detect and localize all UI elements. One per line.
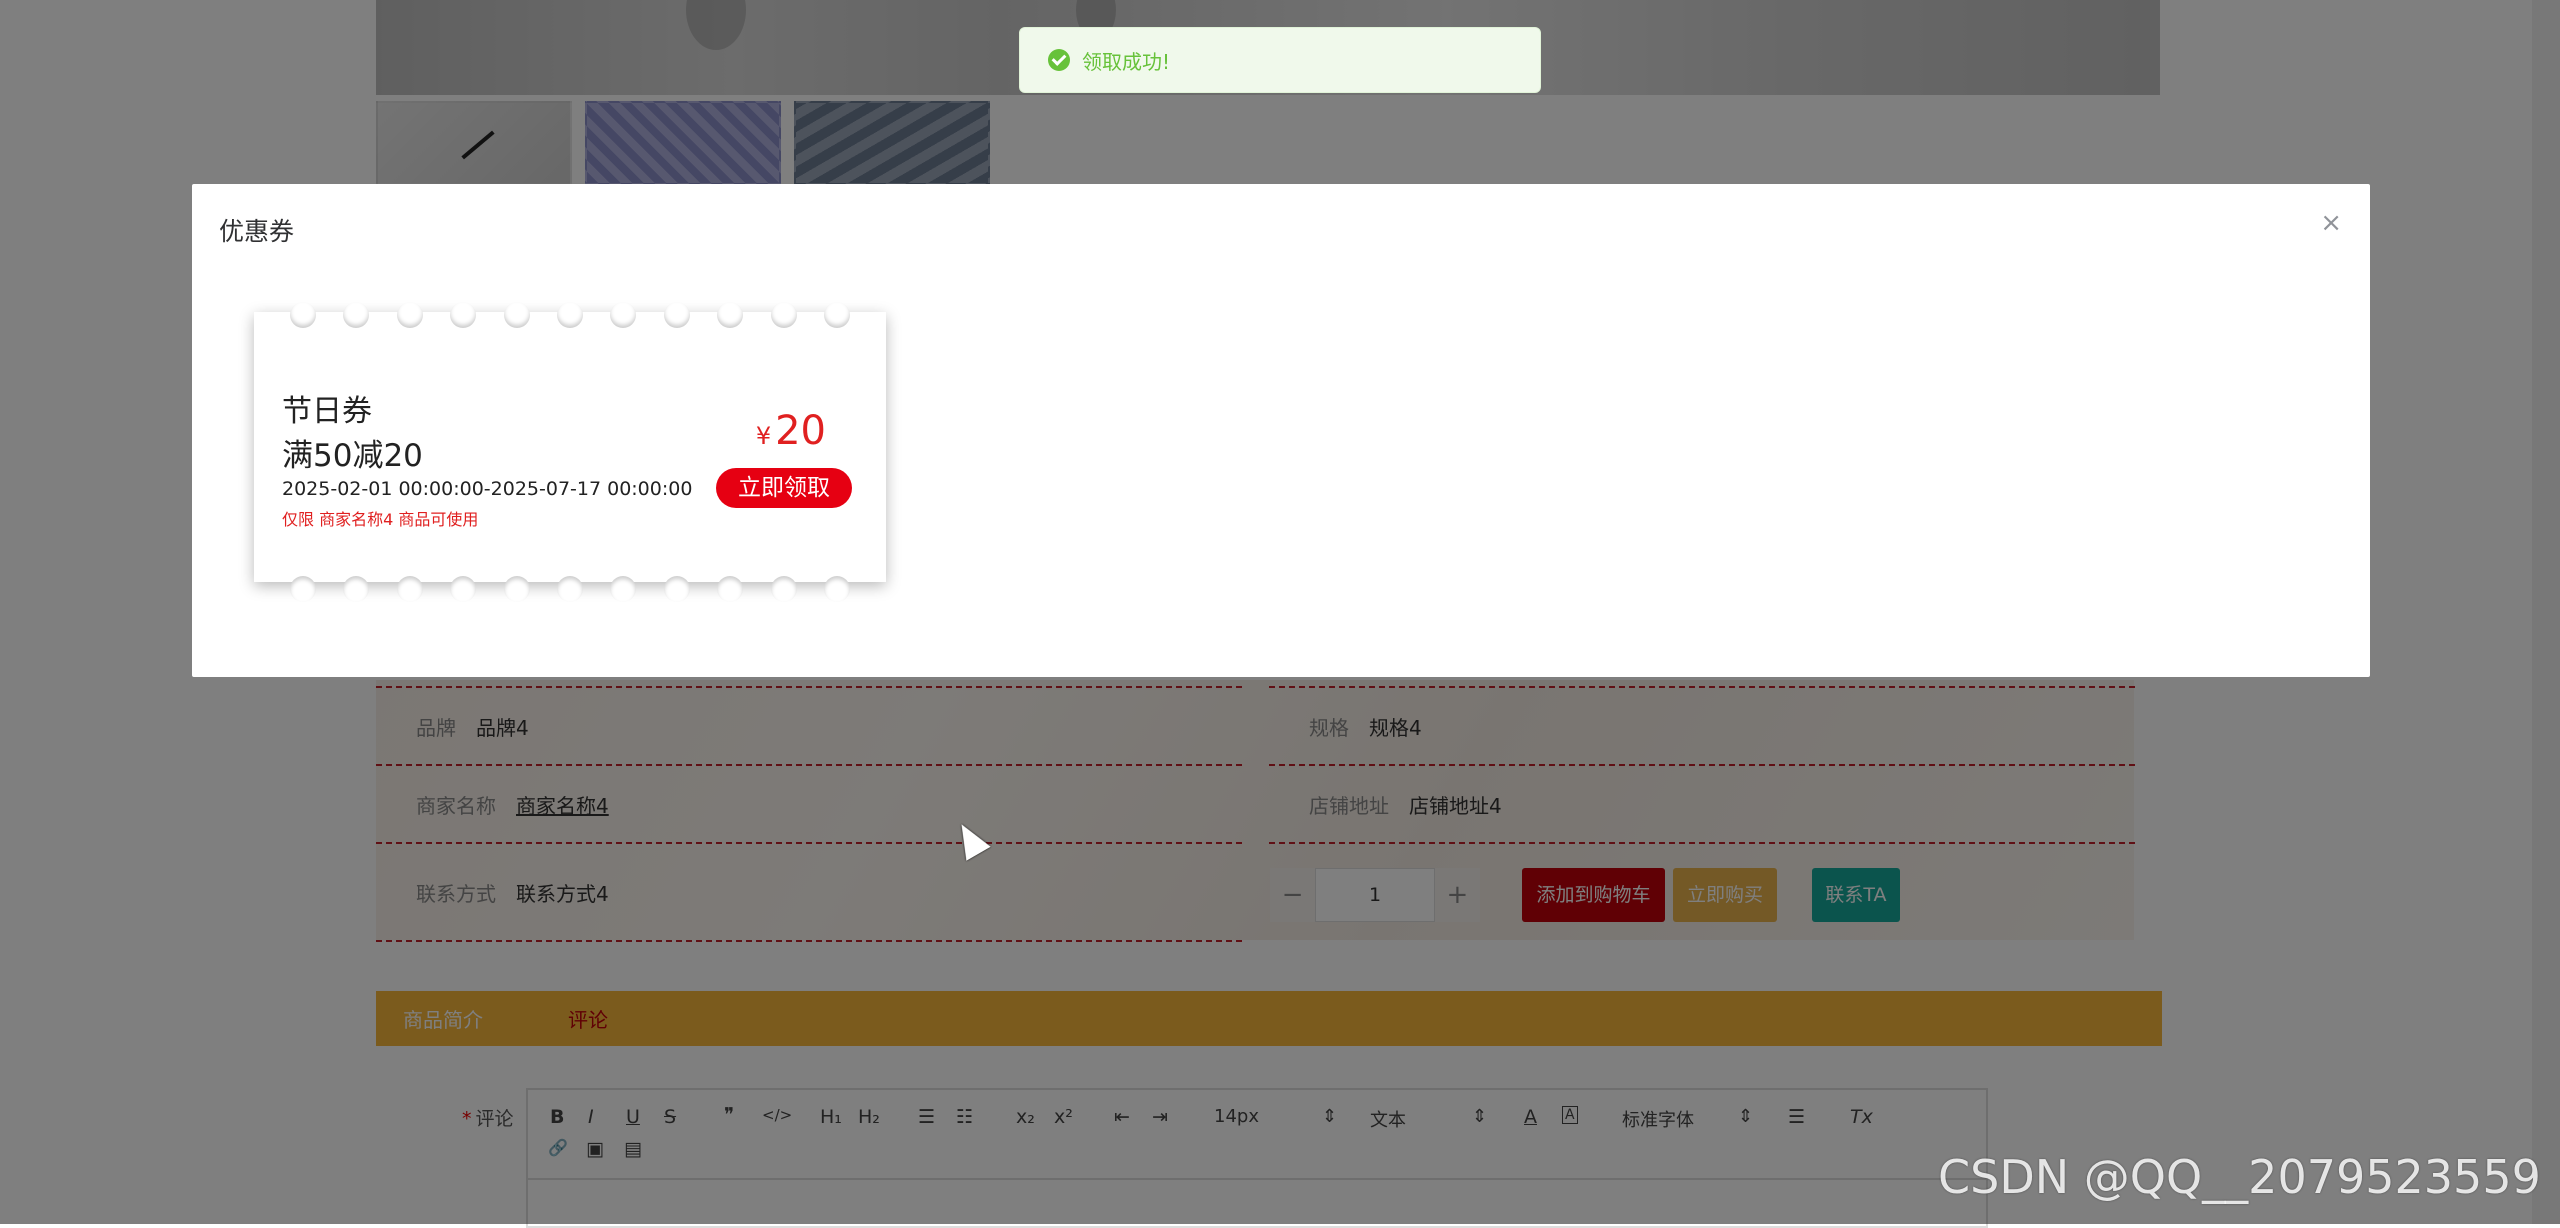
coupon-amount: ¥20 — [756, 408, 826, 454]
coupon-validity: 2025-02-01 00:00:00-2025-07-17 00:00:00 — [282, 478, 693, 500]
coupon-dialog: 优惠券 × 节日券 满50减20 2025-02-01 00:00:00-202… — [192, 184, 2370, 677]
success-toast: 领取成功! — [1019, 27, 1541, 93]
close-icon[interactable]: × — [2320, 210, 2342, 236]
coupon-name: 节日券 — [282, 394, 372, 429]
dialog-title: 优惠券 — [219, 217, 295, 246]
success-check-icon — [1048, 49, 1070, 71]
coupon-scope: 仅限 商家名称4 商品可使用 — [282, 510, 479, 529]
coupon-rule: 满50减20 — [282, 438, 423, 474]
toast-message: 领取成功! — [1082, 49, 1171, 74]
watermark: CSDN @QQ__2079523559 — [1938, 1150, 2541, 1204]
coupon-bottom-edge — [254, 576, 886, 602]
coupon-card: 节日券 满50减20 2025-02-01 00:00:00-2025-07-1… — [254, 302, 886, 602]
coupon-amount-value: 20 — [775, 408, 826, 454]
coupon-top-edge — [254, 302, 886, 328]
claim-coupon-button[interactable]: 立即领取 — [716, 468, 852, 508]
currency-symbol: ¥ — [755, 422, 772, 450]
